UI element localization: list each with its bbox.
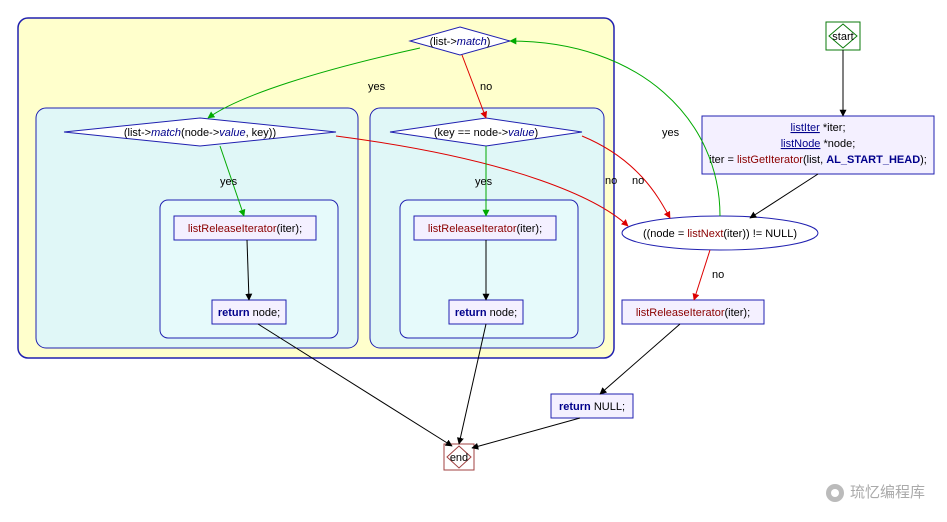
label-yes: yes <box>662 127 680 139</box>
return-node-right: return node; <box>449 300 523 324</box>
svg-text:((node = listNext(iter)) != NU: ((node = listNext(iter)) != NULL) <box>643 228 797 240</box>
return-null: return NULL; <box>551 394 633 418</box>
release-left: listReleaseIterator(iter); <box>174 216 316 240</box>
svg-text:no: no <box>712 269 724 281</box>
release-right: listReleaseIterator(iter); <box>414 216 556 240</box>
loop-condition: ((node = listNext(iter)) != NULL) <box>622 216 818 250</box>
svg-text:listReleaseIterator(iter);: listReleaseIterator(iter); <box>428 223 542 235</box>
svg-text:yes: yes <box>475 176 493 188</box>
svg-text:listReleaseIterator(iter);: listReleaseIterator(iter); <box>636 307 750 319</box>
label-no: no <box>480 81 492 93</box>
svg-text:return NULL;: return NULL; <box>559 401 625 413</box>
svg-text:listIter *iter;: listIter *iter; <box>790 122 845 134</box>
init-box: listIter *iter; listNode *node; iter = l… <box>702 116 934 174</box>
svg-text:yes: yes <box>368 81 386 93</box>
svg-text:start: start <box>832 31 853 43</box>
svg-text:(key == node->value): (key == node->value) <box>434 127 538 139</box>
flowchart: start listIter *iter; listNode *node; it… <box>0 0 947 522</box>
end-node: end <box>444 444 474 470</box>
svg-text:no: no <box>605 175 617 187</box>
svg-text:listReleaseIterator(iter);: listReleaseIterator(iter); <box>188 223 302 235</box>
svg-text:no: no <box>632 175 644 187</box>
svg-text:(list->match): (list->match) <box>430 36 491 48</box>
watermark: 琉忆编程库 <box>826 481 925 502</box>
start-node: start <box>826 22 860 50</box>
svg-text:listNode *node;: listNode *node; <box>781 138 856 150</box>
svg-text:return node;: return node; <box>455 307 517 319</box>
release-outer: listReleaseIterator(iter); <box>622 300 764 324</box>
return-node-left: return node; <box>212 300 286 324</box>
svg-text:return node;: return node; <box>218 307 280 319</box>
svg-text:iter = listGetIterator(list, A: iter = listGetIterator(list, AL_START_HE… <box>709 154 927 166</box>
svg-text:(list->match(node->value, key): (list->match(node->value, key)) <box>124 127 276 139</box>
svg-text:yes: yes <box>220 176 238 188</box>
svg-text:end: end <box>450 452 468 464</box>
